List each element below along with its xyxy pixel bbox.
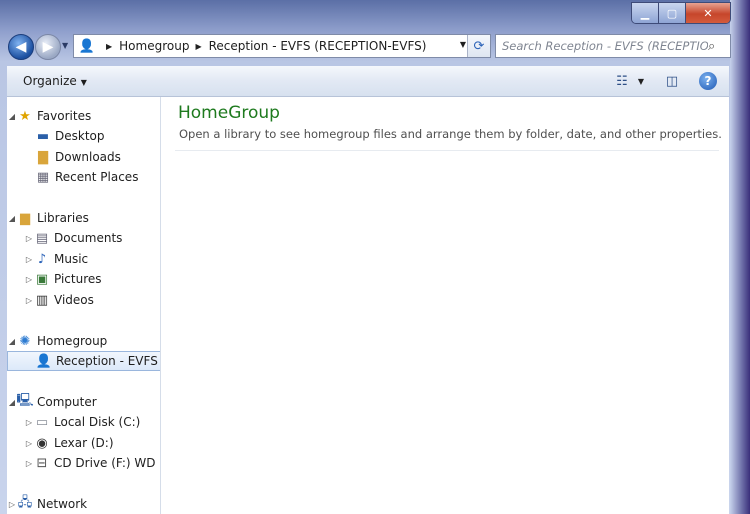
breadcrumb-separator-icon[interactable]: ▶	[195, 42, 201, 51]
libraries-icon: ▆	[20, 210, 30, 226]
computer-icon: 🖳	[16, 393, 34, 408]
tree-label: Reception - EVFS (RECEPTION-EVFS)	[56, 354, 160, 368]
tree-item-lexar[interactable]: ▷ ◉ Lexar (D:)	[24, 433, 114, 453]
recent-places-icon: ▦	[36, 169, 50, 185]
tree-network[interactable]: ▷ 🖧 Network	[7, 494, 87, 514]
forward-button[interactable]: ▶	[35, 34, 61, 60]
breadcrumb-separator-icon[interactable]: ▶	[106, 42, 112, 51]
forward-arrow-icon: ▶	[42, 39, 54, 55]
back-arrow-icon: ◀	[15, 39, 27, 55]
expanded-arrow-icon[interactable]: ◢	[7, 214, 17, 223]
collapsed-arrow-icon[interactable]: ▷	[24, 296, 34, 305]
search-placeholder: Search Reception - EVFS (RECEPTION-...	[502, 39, 708, 53]
navigation-pane: ◢ ★ Favorites ▬ Desktop ▇ Downloads ▦ Re…	[7, 97, 161, 514]
tree-label: Network	[37, 497, 88, 511]
expanded-arrow-icon[interactable]: ◢	[7, 112, 17, 121]
caption-buttons: ▁ ▢ ✕	[631, 2, 731, 24]
window-frame-edge	[730, 0, 750, 514]
tree-label: Lexar (D:)	[54, 436, 114, 450]
tree-item-pictures[interactable]: ▷ ▣ Pictures	[24, 269, 102, 289]
tree-item-local-disk[interactable]: ▷ ▭ Local Disk (C:)	[24, 412, 140, 432]
homegroup-user-icon: 👤	[78, 38, 96, 54]
chevron-down-icon: ▼	[80, 78, 87, 87]
homegroup-icon: ✺	[19, 333, 31, 349]
tree-favorites[interactable]: ◢ ★ Favorites	[7, 106, 91, 126]
address-bar[interactable]: 👤 ▶ Homegroup ▶ Reception - EVFS (RECEPT…	[73, 34, 491, 58]
tree-label: Pictures	[54, 272, 102, 286]
downloads-folder-icon: ▇	[38, 149, 48, 165]
refresh-button[interactable]: ⟳	[467, 35, 490, 57]
collapsed-arrow-icon[interactable]: ▷	[24, 275, 34, 284]
tree-label: Computer	[37, 395, 97, 409]
refresh-icon: ⟳	[473, 38, 485, 54]
videos-icon: ▥	[35, 292, 49, 308]
maximize-button[interactable]: ▢	[659, 3, 686, 23]
tree-item-documents[interactable]: ▷ ▤ Documents	[24, 228, 123, 248]
search-icon[interactable]: ⌕	[708, 39, 728, 54]
desktop-icon: ▬	[36, 128, 50, 144]
tree-item-desktop[interactable]: ▬ Desktop	[35, 126, 105, 146]
tree-label: CD Drive (F:) WD Unlocker	[54, 456, 160, 470]
breadcrumb-homegroup[interactable]: Homegroup	[119, 39, 189, 53]
tree-item-music[interactable]: ▷ ♪ Music	[24, 249, 88, 269]
change-view-icon[interactable]: ☷	[612, 72, 632, 90]
tree-label: Recent Places	[55, 170, 139, 184]
title-divider	[175, 150, 719, 151]
tree-homegroup[interactable]: ◢ ✺ Homegroup	[7, 331, 107, 351]
local-disk-icon: ▭	[35, 414, 49, 430]
removable-drive-icon: ◉	[36, 435, 48, 451]
music-icon: ♪	[37, 251, 47, 267]
close-button[interactable]: ✕	[686, 3, 730, 23]
organize-button[interactable]: Organize ▼	[23, 74, 87, 88]
tree-item-downloads[interactable]: ▇ Downloads	[35, 147, 121, 167]
page-title: HomeGroup	[178, 103, 280, 123]
collapsed-arrow-icon[interactable]: ▷	[24, 439, 34, 448]
breadcrumb-reception[interactable]: Reception - EVFS (RECEPTION-EVFS)	[209, 39, 427, 53]
tree-libraries[interactable]: ◢ ▆ Libraries	[7, 208, 89, 228]
homegroup-user-icon: 👤	[35, 353, 53, 369]
collapsed-arrow-icon[interactable]: ▷	[24, 234, 34, 243]
page-description: Open a library to see homegroup files an…	[179, 127, 722, 141]
tree-label: Documents	[54, 231, 123, 245]
view-options-dropdown[interactable]: ▼	[635, 72, 647, 90]
content-pane: HomeGroup Open a library to see homegrou…	[161, 97, 729, 514]
collapsed-arrow-icon[interactable]: ▷	[7, 500, 17, 509]
recent-pages-dropdown[interactable]: ▼	[62, 41, 68, 50]
tree-label: Videos	[54, 293, 94, 307]
tree-label: Favorites	[37, 109, 92, 123]
tree-computer[interactable]: ◢ 🖳 Computer	[7, 392, 97, 412]
collapsed-arrow-icon[interactable]: ▷	[24, 418, 34, 427]
minimize-button[interactable]: ▁	[632, 3, 659, 23]
collapsed-arrow-icon[interactable]: ▷	[24, 459, 34, 468]
tree-item-reception-evfs[interactable]: 👤 Reception - EVFS (RECEPTION-EVFS)	[7, 351, 160, 371]
star-icon: ★	[19, 108, 31, 124]
address-history-dropdown[interactable]: ▼	[460, 40, 466, 49]
tree-item-videos[interactable]: ▷ ▥ Videos	[24, 290, 94, 310]
tree-label: Local Disk (C:)	[54, 415, 141, 429]
back-button[interactable]: ◀	[8, 34, 34, 60]
tree-label: Libraries	[37, 211, 89, 225]
network-icon: 🖧	[17, 495, 33, 510]
tree-label: Music	[54, 252, 89, 266]
help-icon[interactable]: ?	[699, 72, 717, 90]
pictures-icon: ▣	[35, 271, 49, 287]
tree-label: Homegroup	[37, 334, 108, 348]
preview-pane-icon[interactable]: ◫	[661, 72, 683, 90]
collapsed-arrow-icon[interactable]: ▷	[24, 255, 34, 264]
command-bar: Organize ▼ ☷ ▼ ◫ ?	[7, 66, 729, 97]
tree-item-recent-places[interactable]: ▦ Recent Places	[35, 167, 139, 187]
cd-drive-icon: ⊟	[36, 455, 48, 471]
tree-label: Downloads	[55, 150, 121, 164]
tree-item-cd-drive[interactable]: ▷ ⊟ CD Drive (F:) WD Unlocker	[24, 453, 160, 473]
expanded-arrow-icon[interactable]: ◢	[7, 337, 17, 346]
search-input[interactable]: Search Reception - EVFS (RECEPTION-... ⌕	[495, 34, 731, 58]
organize-label: Organize	[23, 74, 77, 88]
tree-label: Desktop	[55, 129, 105, 143]
documents-icon: ▤	[35, 230, 49, 246]
